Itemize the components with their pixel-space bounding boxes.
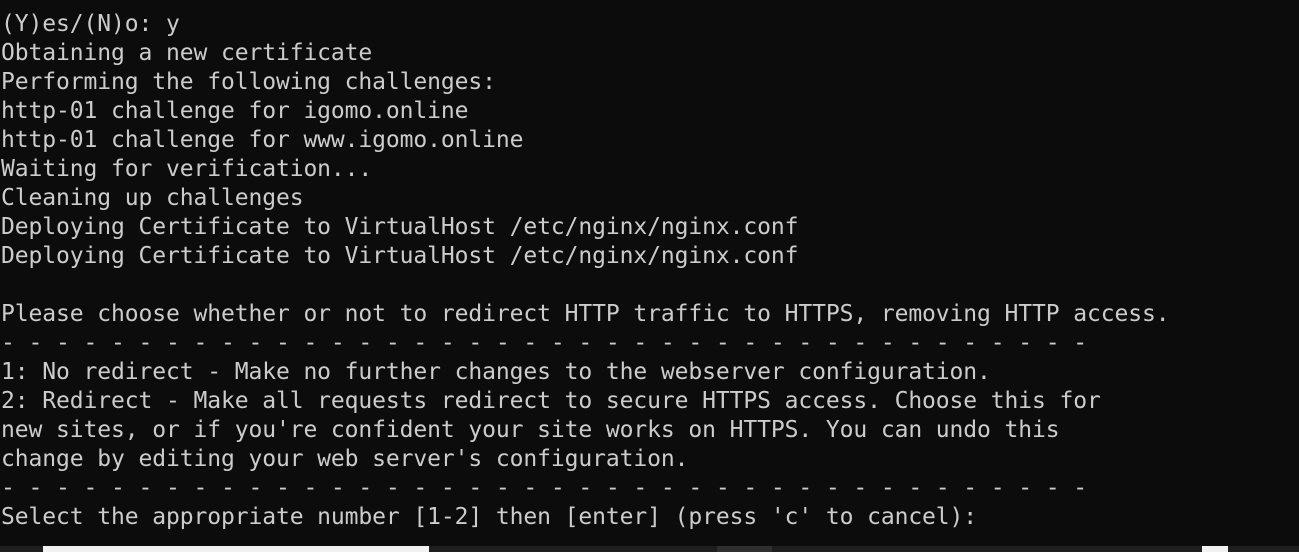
terminal-line: Cleaning up challenges <box>1 185 304 211</box>
redirect-question: Please choose whether or not to redirect… <box>1 301 1170 327</box>
option-redirect-continued: new sites, or if you're confident your s… <box>1 417 1060 443</box>
terminal-window[interactable]: (Y)es/(N)o: y Obtaining a new certificat… <box>0 0 1299 552</box>
taskbar-item[interactable] <box>717 546 772 552</box>
taskbar-item[interactable] <box>1202 546 1228 552</box>
option-redirect-continued: change by editing your web server's conf… <box>1 446 689 472</box>
terminal-line: Deploying Certificate to VirtualHost /et… <box>1 214 799 240</box>
separator-line: - - - - - - - - - - - - - - - - - - - - … <box>1 330 1088 356</box>
option-no-redirect: 1: No redirect - Make no further changes… <box>1 359 991 385</box>
terminal-line: Deploying Certificate to VirtualHost /et… <box>1 243 799 269</box>
terminal-line: Performing the following challenges: <box>1 69 496 95</box>
terminal-line: http-01 challenge for igomo.online <box>1 98 469 124</box>
terminal-line: http-01 challenge for www.igomo.online <box>1 127 524 153</box>
terminal-line: Obtaining a new certificate <box>1 40 373 66</box>
taskbar-strip <box>0 546 1299 552</box>
terminal-line: Waiting for verification... <box>1 156 373 182</box>
separator-line: - - - - - - - - - - - - - - - - - - - - … <box>1 475 1088 501</box>
selection-prompt[interactable]: Select the appropriate number [1-2] then… <box>1 503 1299 532</box>
terminal-line-prompt-answer: (Y)es/(N)o: y <box>1 11 180 37</box>
option-redirect: 2: Redirect - Make all requests redirect… <box>1 388 1101 414</box>
taskbar-item[interactable] <box>43 546 429 552</box>
